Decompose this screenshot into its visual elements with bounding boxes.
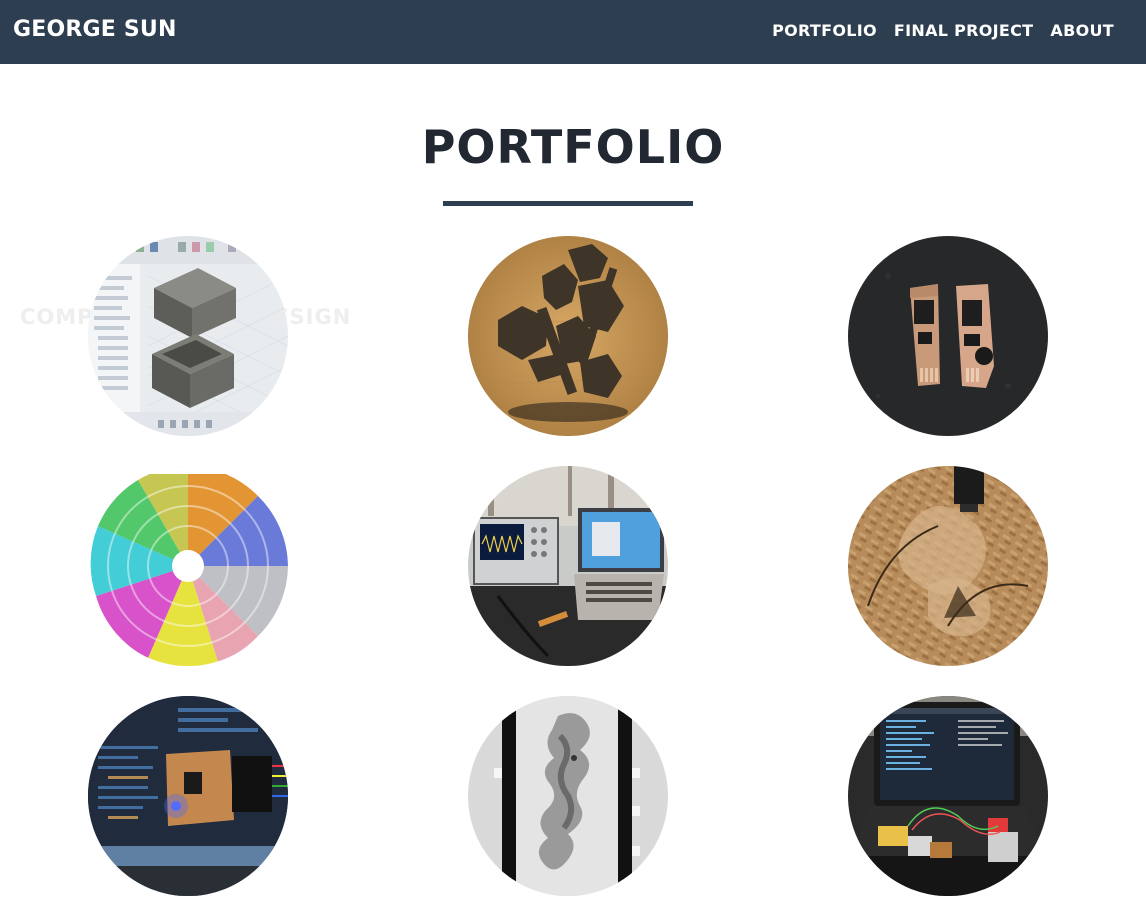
pcb-blue-led-thumbnail [88,696,288,896]
xray-molded-part-thumbnail [468,696,668,896]
portfolio-item-press-fit[interactable] [468,236,668,436]
brand-logo[interactable]: GEORGE SUN [13,17,177,42]
page-title: PORTFOLIO [421,120,725,174]
portfolio-item-usb-pcb[interactable] [848,236,1048,436]
protein-model-thumbnail [88,466,288,666]
portfolio-item-cad[interactable] [88,236,288,436]
portfolio-item-protein[interactable] [88,466,288,666]
cardboard-press-fit-thumbnail [468,236,668,436]
portfolio-item-pcb-led[interactable] [88,696,288,896]
cnc-milled-osb-thumbnail [848,466,1048,666]
oscilloscope-bench-thumbnail [468,466,668,666]
usb-pcb-boards-thumbnail [848,236,1048,436]
portfolio-item-cnc[interactable] [848,466,1048,666]
navbar: GEORGE SUN PORTFOLIO FINAL PROJECT ABOUT [0,0,1146,64]
portfolio-item-xray[interactable] [468,696,668,896]
cad-enclosure-thumbnail [88,236,288,436]
portfolio-item-oscilloscope[interactable] [468,466,668,666]
laptop-stepper-motor-thumbnail [848,696,1048,896]
title-divider [443,201,693,206]
portfolio-item-laptop-motor[interactable] [848,696,1048,896]
nav-link-portfolio[interactable]: PORTFOLIO [772,21,877,40]
nav-links: PORTFOLIO FINAL PROJECT ABOUT [772,21,1114,40]
nav-link-final-project[interactable]: FINAL PROJECT [894,21,1034,40]
nav-link-about[interactable]: ABOUT [1050,21,1114,40]
